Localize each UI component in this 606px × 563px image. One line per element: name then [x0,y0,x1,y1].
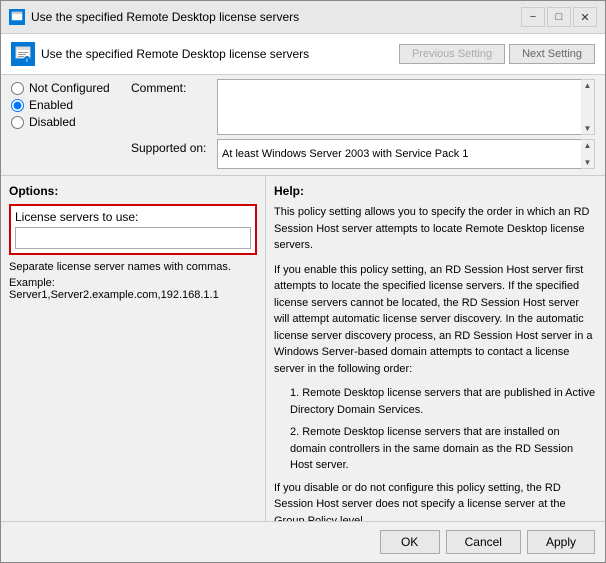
upper-section: Not Configured Enabled Disabled Comment: [1,75,605,175]
apply-button[interactable]: Apply [527,530,595,554]
example-note: Example: Server1,Server2.example.com,192… [9,277,257,301]
comment-area: ▲ ▼ [217,79,595,135]
cancel-button[interactable]: Cancel [446,530,521,554]
radio-not-configured[interactable]: Not Configured [11,81,121,95]
comment-input[interactable] [217,79,595,135]
header-buttons: Previous Setting Next Setting [399,44,595,64]
help-para-3: 1. Remote Desktop license servers that a… [290,385,597,418]
header-section: i Use the specified Remote Desktop licen… [1,34,605,75]
scroll-up-icon: ▲ [584,141,592,150]
enabled-radio[interactable] [11,99,24,112]
scroll-down-icon: ▼ [584,158,592,167]
supported-value: At least Windows Server 2003 with Servic… [217,139,595,169]
enabled-label: Enabled [29,98,73,112]
help-para-5: If you disable or do not configure this … [274,480,597,522]
close-button[interactable]: ✕ [573,7,597,27]
title-bar: Use the specified Remote Desktop license… [1,1,605,34]
help-content: This policy setting allows you to specif… [274,204,597,521]
ok-button[interactable]: OK [380,530,440,554]
policy-icon: i [11,42,35,66]
supported-label: Supported on: [131,139,211,155]
comment-row: Comment: ▲ ▼ [131,79,595,135]
header-left: i Use the specified Remote Desktop licen… [11,42,309,66]
title-bar-left: Use the specified Remote Desktop license… [9,9,299,25]
radio-column: Not Configured Enabled Disabled [1,75,131,175]
prev-setting-button[interactable]: Previous Setting [399,44,505,64]
options-panel: Options: License servers to use: Separat… [1,176,266,521]
supported-row: Supported on: At least Windows Server 20… [131,139,595,169]
right-fields: Comment: ▲ ▼ Supported on: At le [131,75,605,175]
comment-scrollbar[interactable]: ▲ ▼ [581,79,595,135]
scroll-up-arrow: ▲ [584,81,592,90]
dialog-icon [9,9,25,25]
supported-scrollbar[interactable]: ▲ ▼ [581,139,595,169]
disabled-label: Disabled [29,115,76,129]
radio-disabled[interactable]: Disabled [11,115,121,129]
not-configured-radio[interactable] [11,82,24,95]
license-label: License servers to use: [15,210,251,224]
help-title: Help: [274,184,597,198]
minimize-button[interactable]: − [521,7,545,27]
options-title: Options: [9,184,257,198]
maximize-button[interactable]: □ [547,7,571,27]
title-controls: − □ ✕ [521,7,597,27]
help-para-4: 2. Remote Desktop license servers that a… [290,424,597,474]
title-text: Use the specified Remote Desktop license… [31,10,299,24]
help-panel: Help: This policy setting allows you to … [266,176,605,521]
separate-note: Separate license server names with comma… [9,261,257,273]
dialog-window: Use the specified Remote Desktop license… [0,0,606,563]
header-title: Use the specified Remote Desktop license… [41,47,309,61]
radio-enabled[interactable]: Enabled [11,98,121,112]
disabled-radio[interactable] [11,116,24,129]
scroll-down-arrow: ▼ [584,124,592,133]
help-para-1: This policy setting allows you to specif… [274,204,597,254]
not-configured-label: Not Configured [29,81,110,95]
comment-label: Comment: [131,79,211,95]
next-setting-button[interactable]: Next Setting [509,44,595,64]
help-para-2: If you enable this policy setting, an RD… [274,262,597,378]
license-input[interactable] [15,227,251,249]
license-section: License servers to use: [9,204,257,255]
comment-scrollable: ▲ ▼ [217,79,595,135]
footer: OK Cancel Apply [1,521,605,562]
supported-area: At least Windows Server 2003 with Servic… [217,139,595,169]
main-area: Options: License servers to use: Separat… [1,175,605,521]
